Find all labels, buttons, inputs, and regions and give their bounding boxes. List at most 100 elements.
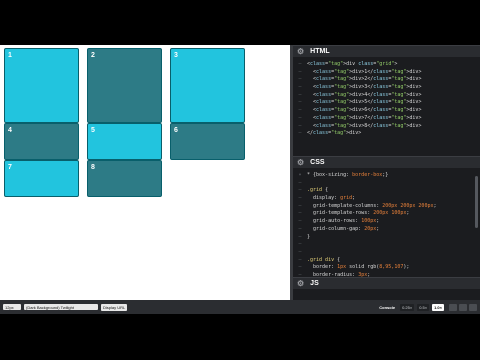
code-line: — <class="tag">div>5</class="tag">div> (293, 99, 480, 107)
code-text: .grid div { (307, 256, 341, 263)
gutter-marker: — (298, 179, 302, 186)
layout-top-icon[interactable] (459, 303, 467, 311)
html-editor[interactable]: — <class="tag">div class="grid"> — <class=… (293, 57, 480, 156)
gutter-marker: — (298, 210, 302, 217)
code-line: — <class="tag">div>8</class="tag">div> (293, 123, 480, 131)
grid-cell-label: 5 (91, 127, 95, 134)
code-text: .grid { (307, 187, 329, 194)
editor-column: ⚙ HTML — <class="tag">div class="grid"> — … (290, 45, 480, 300)
code-line: — border-radius: 3px; (293, 272, 480, 277)
code-text: grid-auto-rows: 100px; (307, 218, 380, 225)
code-line: — grid-template-columns: 200px 200px 200… (293, 203, 480, 211)
theme-select[interactable]: (Dark Background) Twilight (24, 304, 98, 310)
grid-cell-label: 2 (91, 52, 95, 59)
layout-left-icon[interactable] (449, 303, 457, 311)
code-text: border: 1px solid rgb(8,95,107); (307, 264, 410, 271)
code-text: grid-column-gap: 20px; (307, 225, 380, 232)
html-panel-title: HTML (310, 48, 330, 55)
code-line: — <class="tag">div class="grid"> (293, 61, 480, 69)
gutter-marker: — (298, 225, 302, 232)
gutter-marker: — (298, 264, 302, 271)
code-line: — .grid div { (293, 257, 480, 265)
html-panel-header[interactable]: ⚙ HTML (293, 45, 480, 57)
gear-icon[interactable]: ⚙ (297, 47, 304, 56)
grid-cell-7: 7 (4, 160, 79, 197)
code-line: — <class="tag">div>3</class="tag">div> (293, 84, 480, 92)
gutter-marker: ▾ (298, 172, 302, 178)
code-text: <class="tag">div class="grid"> (307, 61, 398, 67)
code-text: display: grid; (307, 195, 356, 202)
gutter-marker: — (298, 202, 302, 209)
gutter-marker: — (298, 107, 302, 114)
grid-cell-8: 8 (87, 160, 162, 197)
code-line: — grid-auto-rows: 100px; (293, 218, 480, 226)
gutter-marker: — (298, 256, 302, 263)
code-line: ▾ * {box-sizing: border-box;} (293, 172, 480, 180)
code-line: — (293, 241, 480, 249)
code-text: <class="tag">div>1</class="tag">div> (307, 68, 422, 75)
gutter-marker: — (298, 76, 302, 83)
gutter-marker: — (298, 187, 302, 194)
code-text: <class="tag">div>5</class="tag">div> (307, 99, 422, 106)
bottom-toolbar: 12px (Dark Background) Twilight Display … (0, 300, 480, 314)
code-text: border-radius: 3px; (307, 271, 371, 277)
letterbox-top (0, 0, 480, 45)
zoom-1-button[interactable]: 1.0× (432, 303, 444, 311)
code-line: — .grid { (293, 187, 480, 195)
grid-cell-label: 8 (91, 164, 95, 171)
code-text: grid-template-columns: 200px 200px 200px… (307, 202, 437, 209)
code-line: — (293, 249, 480, 257)
code-text: <class="tag">div>2</class="tag">div> (307, 76, 422, 83)
gear-icon[interactable]: ⚙ (297, 158, 304, 167)
grid-cell-label: 7 (8, 164, 12, 171)
gutter-marker: — (298, 271, 302, 277)
code-line: — </class="tag">div> (293, 130, 480, 138)
code-text: * {box-sizing: border-box;} (307, 172, 389, 178)
gutter-marker: — (298, 241, 302, 248)
code-line: — <class="tag">div>2</class="tag">div> (293, 76, 480, 84)
css-editor[interactable]: ▾ * {box-sizing: border-box;} — — .grid {— d… (293, 168, 480, 277)
grid-cell-label: 3 (174, 52, 178, 59)
layout-right-icon[interactable] (469, 303, 477, 311)
code-line: — display: grid; (293, 195, 480, 203)
js-panel-header[interactable]: ⚙ JS (293, 277, 480, 289)
gutter-marker: — (298, 248, 302, 255)
grid-cell-2: 2 (87, 48, 162, 123)
css-panel-header[interactable]: ⚙ CSS (293, 156, 480, 168)
code-text: </class="tag">div> (307, 130, 362, 137)
grid-cell-6: 6 (170, 123, 245, 160)
css-panel-title: CSS (310, 159, 325, 166)
grid-cell-1: 1 (4, 48, 79, 123)
console-button[interactable]: Console (377, 304, 397, 311)
gutter-marker: — (298, 130, 302, 137)
zoom-05-button[interactable]: 0.5× (417, 303, 430, 311)
gutter-marker: — (298, 91, 302, 98)
grid-cell-4: 4 (4, 123, 79, 160)
gutter-marker: — (298, 99, 302, 106)
gutter-marker: — (298, 61, 302, 67)
grid-cell-label: 6 (174, 127, 178, 134)
gear-icon[interactable]: ⚙ (297, 279, 304, 288)
grid-cell-label: 4 (8, 127, 12, 134)
grid-cell-3: 3 (170, 48, 245, 123)
letterbox-bottom (0, 314, 480, 360)
grid-cell-label: 1 (8, 52, 12, 59)
gutter-marker: — (298, 122, 302, 129)
code-text: <class="tag">div>3</class="tag">div> (307, 84, 422, 91)
code-line: — grid-template-rows: 200px 100px; (293, 210, 480, 218)
css-scrollbar[interactable] (475, 176, 478, 228)
gutter-marker: — (298, 84, 302, 91)
grid-container: 1 2 3 4 5 6 7 8 (4, 48, 245, 197)
code-line: — grid-column-gap: 20px; (293, 226, 480, 234)
code-line: — <class="tag">div>7</class="tag">div> (293, 115, 480, 123)
zoom-025-button[interactable]: 0.25× (400, 303, 415, 311)
code-text: } (307, 233, 311, 240)
code-text: <class="tag">div>6</class="tag">div> (307, 107, 422, 114)
code-line: — <class="tag">div>6</class="tag">div> (293, 107, 480, 115)
code-line: — <class="tag">div>1</class="tag">div> (293, 69, 480, 77)
code-text: <class="tag">div>4</class="tag">div> (307, 91, 422, 98)
gutter-marker: — (298, 68, 302, 75)
code-line: — border: 1px solid rgb(8,95,107); (293, 264, 480, 272)
display-url-button[interactable]: Display URL (101, 303, 128, 311)
font-size-select[interactable]: 12px (3, 304, 21, 310)
